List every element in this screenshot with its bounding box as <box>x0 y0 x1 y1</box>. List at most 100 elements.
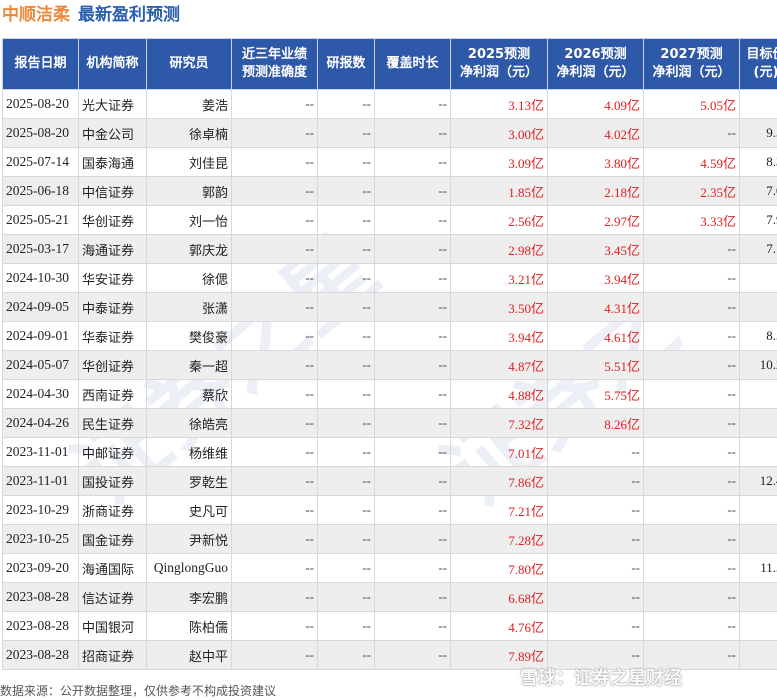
table-row[interactable]: 2025-07-14 国泰海通 刘佳昆 -- -- -- 3.09亿 3.80亿 4.59亿 8.… <box>2 147 777 177</box>
col-analyst-cell: 姜浩 <box>146 89 232 119</box>
col-report-count-cell: -- <box>317 379 375 409</box>
col-report-date-cell: 2023-09-20 <box>2 553 79 583</box>
col-accuracy-cell: -- <box>231 582 318 612</box>
col-analyst-cell: 蔡欣 <box>146 379 232 409</box>
col-report-date-header[interactable]: 报告日期 <box>2 38 79 90</box>
col-report-date-cell: 2025-08-20 <box>2 89 79 119</box>
col-report-count-cell: -- <box>317 350 375 380</box>
col-2025-profit-cell: 7.80亿 <box>450 553 548 583</box>
col-analyst-cell: 张潇 <box>146 292 232 322</box>
title-subtitle: 最新盈利预测 <box>78 5 180 25</box>
table-row[interactable]: 2023-11-01国投证券罗乾生------7.86亿----12.42 <box>2 466 777 496</box>
col-accuracy-cell: -- <box>231 234 318 264</box>
col-target-price-cell: -- <box>739 611 777 641</box>
table-row[interactable]: 2024-05-07华创证券秦一超------4.87亿5.51亿--10.20 <box>2 350 777 380</box>
col-analyst-cell: 刘佳昆 <box>146 147 232 177</box>
col-report-count-cell: -- <box>317 524 375 554</box>
col-2025-profit-cell: 3.13亿 <box>450 89 548 119</box>
col-target-price-cell: 9.50 <box>739 118 777 148</box>
col-report-date-cell: 2023-10-29 <box>2 495 79 525</box>
col-2026-profit-cell: -- <box>547 524 644 554</box>
col-2025-profit-cell: 7.28亿 <box>450 524 548 554</box>
col-2026-profit-cell: 2.18亿 <box>547 176 644 206</box>
table-row[interactable]: 2024-09-05中泰证券张潇------3.50亿4.31亿---- <box>2 292 777 322</box>
table-row[interactable]: 2023-10-25国金证券尹新悦------7.28亿------ <box>2 524 777 554</box>
col-report-date-cell: 2023-10-25 <box>2 524 79 554</box>
col-report-count-cell: -- <box>317 234 375 264</box>
table-row[interactable]: 2025-03-17海通证券郭庆龙------2.98亿3.45亿--7.14 <box>2 234 777 264</box>
col-target-price-header[interactable]: 目标价(元) <box>739 38 777 90</box>
col-target-price-cell: 7.91 <box>739 205 777 235</box>
col-report-count-cell: -- <box>317 611 375 641</box>
col-institution-cell: 中国银河 <box>78 611 147 641</box>
col-target-price-cell: -- <box>739 437 777 467</box>
company-name[interactable]: 中顺洁柔 <box>2 5 70 25</box>
col-2025-profit-cell: 7.21亿 <box>450 495 548 525</box>
col-2026-profit-header[interactable]: 2026预测 净利润（元） <box>547 38 644 90</box>
table-row[interactable]: 2025-06-18中信证券郭韵------1.85亿2.18亿2.35亿7.0… <box>2 176 777 206</box>
col-2025-profit-cell: 3.50亿 <box>450 292 548 322</box>
col-accuracy-cell: -- <box>231 466 318 496</box>
col-accuracy-cell: -- <box>231 292 318 322</box>
col-coverage-header[interactable]: 覆盖时长 <box>374 38 451 90</box>
col-2027-profit-cell: -- <box>643 553 740 583</box>
col-2026-profit-cell: 3.94亿 <box>547 263 644 293</box>
col-2026-profit-cell: 4.61亿 <box>547 321 644 351</box>
col-report-count-cell: -- <box>317 437 375 467</box>
col-report-date-cell: 2025-05-21 <box>2 205 79 235</box>
col-institution-header[interactable]: 机构简称 <box>78 38 147 90</box>
col-coverage-cell: -- <box>374 524 451 554</box>
col-report-date-cell: 2024-09-01 <box>2 321 79 351</box>
table-row[interactable]: 2024-04-26民生证券徐皓亮------7.32亿8.26亿---- <box>2 408 777 438</box>
col-2027-profit-cell: -- <box>643 321 740 351</box>
col-report-date-cell: 2024-09-05 <box>2 292 79 322</box>
table-row[interactable]: 2024-09-01华泰证券樊俊豪------3.94亿4.61亿--8.58 <box>2 321 777 351</box>
col-institution-cell: 民生证券 <box>78 408 147 438</box>
col-coverage-cell: -- <box>374 582 451 612</box>
col-2027-profit-header[interactable]: 2027预测 净利润（元） <box>643 38 740 90</box>
col-2027-profit-cell: 2.35亿 <box>643 176 740 206</box>
table-row[interactable]: 2025-08-20光大证券姜浩------3.13亿4.09亿5.05亿-- <box>2 89 777 119</box>
table-header-row: 报告日期 机构简称 研究员 近三年业绩 预测准确度 研报数 覆盖时长 2025预测 净利润（元）… <box>2 38 777 90</box>
col-report-count-cell: -- <box>317 89 375 119</box>
table-row[interactable]: 2023-10-29浙商证券史凡可------7.21亿------ <box>2 495 777 525</box>
col-report-count-cell: -- <box>317 118 375 148</box>
col-coverage-cell: -- <box>374 176 451 206</box>
col-accuracy-cell: -- <box>231 205 318 235</box>
col-2027-profit-cell: -- <box>643 408 740 438</box>
col-accuracy-cell: -- <box>231 321 318 351</box>
col-accuracy-cell: -- <box>231 147 318 177</box>
col-2027-profit-cell: -- <box>643 234 740 264</box>
table-row[interactable]: 2023-09-20 海通国际 QinglongGuo -- -- -- 7.80亿 -- --… <box>2 553 777 583</box>
col-2025-profit-header[interactable]: 2025预测 净利润（元） <box>450 38 548 90</box>
table-row[interactable]: 2024-04-30西南证券蔡欣------4.88亿5.75亿---- <box>2 379 777 409</box>
table-row[interactable]: 2025-05-21 华创证券 刘一怡 -- -- -- 2.56亿 2.97亿 3.33亿 7.… <box>2 205 777 235</box>
col-institution-cell: 国投证券 <box>78 466 147 496</box>
col-2025-profit-cell: 2.98亿 <box>450 234 548 264</box>
col-coverage-cell: -- <box>374 89 451 119</box>
col-accuracy-cell: -- <box>231 495 318 525</box>
col-report-count-cell: -- <box>317 205 375 235</box>
table-row[interactable]: 2023-08-28中国银河陈柏儒------4.76亿------ <box>2 611 777 641</box>
table-row[interactable]: 2023-08-28信达证券李宏鹏------6.68亿------ <box>2 582 777 612</box>
col-2027-profit-cell: -- <box>643 263 740 293</box>
table-row[interactable]: 2025-08-20中金公司徐卓楠------3.00亿4.02亿--9.50 <box>2 118 777 148</box>
col-accuracy-cell: -- <box>231 553 318 583</box>
col-coverage-cell: -- <box>374 118 451 148</box>
col-target-price-cell: -- <box>739 495 777 525</box>
col-2026-profit-cell: -- <box>547 495 644 525</box>
col-institution-cell: 海通国际 <box>78 553 147 583</box>
col-report-count-cell: -- <box>317 292 375 322</box>
col-2027-profit-cell: -- <box>643 118 740 148</box>
col-report-date-cell: 2025-07-14 <box>2 147 79 177</box>
table-row[interactable]: 2023-11-01中邮证券杨维维------7.01亿------ <box>2 437 777 467</box>
col-report-count-cell: -- <box>317 466 375 496</box>
col-report-count-header[interactable]: 研报数 <box>317 38 375 90</box>
col-2026-profit-cell: 4.31亿 <box>547 292 644 322</box>
col-analyst-cell: 刘一怡 <box>146 205 232 235</box>
col-accuracy-header[interactable]: 近三年业绩 预测准确度 <box>231 38 318 90</box>
table-row[interactable]: 2024-10-30华安证券徐偲------3.21亿3.94亿---- <box>2 263 777 293</box>
col-accuracy-cell: -- <box>231 379 318 409</box>
col-2025-profit-cell: 4.88亿 <box>450 379 548 409</box>
col-analyst-header[interactable]: 研究员 <box>146 38 232 90</box>
